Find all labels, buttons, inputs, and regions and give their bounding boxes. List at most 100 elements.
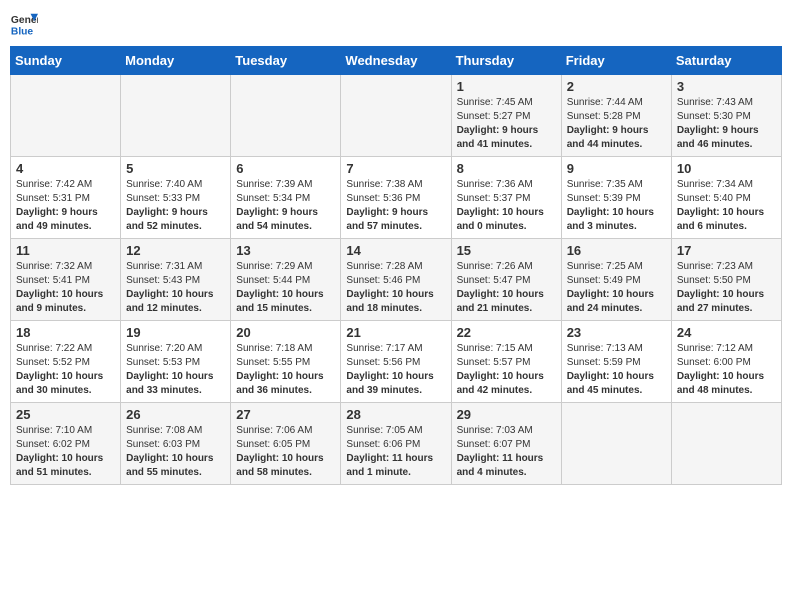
daylight-label: Daylight: 11 hours and 1 minute. <box>346 453 433 478</box>
daylight-label: Daylight: 10 hours and 45 minutes. <box>567 371 654 396</box>
daylight-label: Daylight: 9 hours and 52 minutes. <box>126 207 208 232</box>
logo: General Blue <box>10 10 38 38</box>
col-header-wednesday: Wednesday <box>341 47 451 75</box>
daylight-label: Daylight: 9 hours and 57 minutes. <box>346 207 428 232</box>
col-header-thursday: Thursday <box>451 47 561 75</box>
daylight-label: Daylight: 10 hours and 27 minutes. <box>677 289 764 314</box>
col-header-tuesday: Tuesday <box>231 47 341 75</box>
cell-detail: Sunrise: 7:42 AMSunset: 5:31 PMDaylight:… <box>16 178 115 234</box>
day-cell: 28 Sunrise: 7:05 AMSunset: 6:06 PMDayligh… <box>341 403 451 485</box>
cell-detail: Sunrise: 7:03 AMSunset: 6:07 PMDaylight:… <box>457 424 556 480</box>
daylight-label: Daylight: 10 hours and 51 minutes. <box>16 453 103 478</box>
daylight-label: Daylight: 9 hours and 41 minutes. <box>457 125 539 150</box>
cell-detail: Sunrise: 7:36 AMSunset: 5:37 PMDaylight:… <box>457 178 556 234</box>
daylight-label: Daylight: 9 hours and 46 minutes. <box>677 125 759 150</box>
cell-detail: Sunrise: 7:43 AMSunset: 5:30 PMDaylight:… <box>677 96 776 152</box>
week-row-5: 25 Sunrise: 7:10 AMSunset: 6:02 PMDayligh… <box>11 403 782 485</box>
col-header-sunday: Sunday <box>11 47 121 75</box>
day-number: 15 <box>457 243 556 258</box>
col-header-saturday: Saturday <box>671 47 781 75</box>
week-row-4: 18Sunrise: 7:22 AMSunset: 5:52 PMDayligh… <box>11 321 782 403</box>
day-number: 27 <box>236 407 335 422</box>
day-cell: 27 Sunrise: 7:06 AMSunset: 6:05 PMDayligh… <box>231 403 341 485</box>
day-cell: 8Sunrise: 7:36 AMSunset: 5:37 PMDaylight… <box>451 157 561 239</box>
daylight-label: Daylight: 10 hours and 42 minutes. <box>457 371 544 396</box>
day-cell: 14Sunrise: 7:28 AMSunset: 5:46 PMDayligh… <box>341 239 451 321</box>
header-row: SundayMondayTuesdayWednesdayThursdayFrid… <box>11 47 782 75</box>
day-number: 7 <box>346 161 445 176</box>
daylight-label: Daylight: 9 hours and 54 minutes. <box>236 207 318 232</box>
day-number: 20 <box>236 325 335 340</box>
week-row-3: 11Sunrise: 7:32 AMSunset: 5:41 PMDayligh… <box>11 239 782 321</box>
day-number: 22 <box>457 325 556 340</box>
day-cell: 2Sunrise: 7:44 AMSunset: 5:28 PMDaylight… <box>561 75 671 157</box>
cell-detail: Sunrise: 7:18 AMSunset: 5:55 PMDaylight:… <box>236 342 335 398</box>
day-cell: 4Sunrise: 7:42 AMSunset: 5:31 PMDaylight… <box>11 157 121 239</box>
cell-detail: Sunrise: 7:13 AMSunset: 5:59 PMDaylight:… <box>567 342 666 398</box>
cell-detail: Sunrise: 7:05 AMSunset: 6:06 PMDaylight:… <box>346 424 445 480</box>
logo-icon: General Blue <box>10 10 38 38</box>
cell-detail: Sunrise: 7:25 AMSunset: 5:49 PMDaylight:… <box>567 260 666 316</box>
day-number: 26 <box>126 407 225 422</box>
day-cell: 17 Sunrise: 7:23 AMSunset: 5:50 PMDayligh… <box>671 239 781 321</box>
day-cell: 3 Sunrise: 7:43 AMSunset: 5:30 PMDaylight… <box>671 75 781 157</box>
day-cell <box>11 75 121 157</box>
cell-detail: Sunrise: 7:23 AMSunset: 5:50 PMDaylight:… <box>677 260 776 316</box>
day-number: 6 <box>236 161 335 176</box>
daylight-label: Daylight: 9 hours and 44 minutes. <box>567 125 649 150</box>
day-cell <box>561 403 671 485</box>
daylight-label: Daylight: 10 hours and 33 minutes. <box>126 371 213 396</box>
daylight-label: Daylight: 10 hours and 15 minutes. <box>236 289 323 314</box>
daylight-label: Daylight: 10 hours and 3 minutes. <box>567 207 654 232</box>
day-number: 21 <box>346 325 445 340</box>
cell-detail: Sunrise: 7:10 AMSunset: 6:02 PMDaylight:… <box>16 424 115 480</box>
day-number: 13 <box>236 243 335 258</box>
day-cell: 22Sunrise: 7:15 AMSunset: 5:57 PMDayligh… <box>451 321 561 403</box>
day-number: 1 <box>457 79 556 94</box>
day-cell: 16 Sunrise: 7:25 AMSunset: 5:49 PMDayligh… <box>561 239 671 321</box>
day-number: 3 <box>677 79 776 94</box>
cell-detail: Sunrise: 7:32 AMSunset: 5:41 PMDaylight:… <box>16 260 115 316</box>
cell-detail: Sunrise: 7:40 AMSunset: 5:33 PMDaylight:… <box>126 178 225 234</box>
day-cell: 10Sunrise: 7:34 AMSunset: 5:40 PMDayligh… <box>671 157 781 239</box>
day-number: 24 <box>677 325 776 340</box>
daylight-label: Daylight: 10 hours and 30 minutes. <box>16 371 103 396</box>
day-number: 12 <box>126 243 225 258</box>
day-number: 2 <box>567 79 666 94</box>
day-number: 17 <box>677 243 776 258</box>
day-number: 14 <box>346 243 445 258</box>
day-cell: 19Sunrise: 7:20 AMSunset: 5:53 PMDayligh… <box>121 321 231 403</box>
day-number: 23 <box>567 325 666 340</box>
day-cell: 21Sunrise: 7:17 AMSunset: 5:56 PMDayligh… <box>341 321 451 403</box>
cell-detail: Sunrise: 7:08 AMSunset: 6:03 PMDaylight:… <box>126 424 225 480</box>
day-cell: 18Sunrise: 7:22 AMSunset: 5:52 PMDayligh… <box>11 321 121 403</box>
daylight-label: Daylight: 10 hours and 18 minutes. <box>346 289 433 314</box>
svg-text:Blue: Blue <box>11 26 34 37</box>
cell-detail: Sunrise: 7:12 AMSunset: 6:00 PMDaylight:… <box>677 342 776 398</box>
day-cell: 24 Sunrise: 7:12 AMSunset: 6:00 PMDayligh… <box>671 321 781 403</box>
day-cell <box>121 75 231 157</box>
cell-detail: Sunrise: 7:06 AMSunset: 6:05 PMDaylight:… <box>236 424 335 480</box>
daylight-label: Daylight: 10 hours and 39 minutes. <box>346 371 433 396</box>
day-number: 16 <box>567 243 666 258</box>
day-cell: 15Sunrise: 7:26 AMSunset: 5:47 PMDayligh… <box>451 239 561 321</box>
day-number: 28 <box>346 407 445 422</box>
cell-detail: Sunrise: 7:34 AMSunset: 5:40 PMDaylight:… <box>677 178 776 234</box>
day-number: 25 <box>16 407 115 422</box>
day-cell <box>671 403 781 485</box>
daylight-label: Daylight: 10 hours and 24 minutes. <box>567 289 654 314</box>
day-cell: 25 Sunrise: 7:10 AMSunset: 6:02 PMDayligh… <box>11 403 121 485</box>
daylight-label: Daylight: 10 hours and 48 minutes. <box>677 371 764 396</box>
day-number: 19 <box>126 325 225 340</box>
day-cell: 7Sunrise: 7:38 AMSunset: 5:36 PMDaylight… <box>341 157 451 239</box>
day-number: 9 <box>567 161 666 176</box>
day-number: 29 <box>457 407 556 422</box>
daylight-label: Daylight: 10 hours and 0 minutes. <box>457 207 544 232</box>
col-header-friday: Friday <box>561 47 671 75</box>
daylight-label: Daylight: 10 hours and 58 minutes. <box>236 453 323 478</box>
daylight-label: Daylight: 10 hours and 12 minutes. <box>126 289 213 314</box>
calendar-table: SundayMondayTuesdayWednesdayThursdayFrid… <box>10 46 782 485</box>
daylight-label: Daylight: 10 hours and 9 minutes. <box>16 289 103 314</box>
week-row-1: 1Sunrise: 7:45 AMSunset: 5:27 PMDaylight… <box>11 75 782 157</box>
cell-detail: Sunrise: 7:29 AMSunset: 5:44 PMDaylight:… <box>236 260 335 316</box>
